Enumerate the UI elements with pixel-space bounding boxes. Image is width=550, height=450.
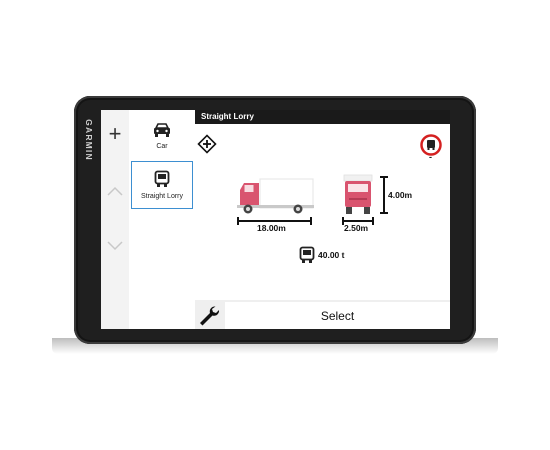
select-button[interactable]: Select <box>225 302 450 329</box>
weight-value: 40.00 t <box>318 250 345 260</box>
restriction-value: - <box>429 152 432 162</box>
weight-indicator: 40.00 t <box>299 246 344 264</box>
left-sidebar: + <box>101 110 130 329</box>
car-icon <box>154 123 170 137</box>
lorry-front-view-icon <box>343 174 373 214</box>
bottom-action-bar: Select <box>195 300 450 329</box>
add-vehicle-button[interactable]: + <box>105 123 125 145</box>
vehicle-item-car[interactable]: Car <box>131 112 193 160</box>
length-value: 18.00m <box>257 223 286 233</box>
vehicle-profile-list: Car Straight Lorry <box>129 110 196 329</box>
width-dimension-line <box>342 217 374 225</box>
width-value: 2.50m <box>344 223 369 233</box>
chevron-down-icon[interactable] <box>106 240 124 252</box>
vehicle-profile-panel: Straight Lorry - 18.00m 2.50m 4.00m 40.0… <box>195 110 450 329</box>
vehicle-label-car: Car <box>156 143 168 150</box>
profile-title: Straight Lorry <box>195 110 450 124</box>
chevron-up-icon[interactable] <box>106 185 124 197</box>
vehicle-item-straight-lorry[interactable]: Straight Lorry <box>131 161 193 209</box>
vehicle-label-straight-lorry: Straight Lorry <box>140 193 184 200</box>
length-dimension-line <box>237 217 312 225</box>
wrench-icon[interactable] <box>197 304 221 326</box>
restriction-sign[interactable]: - <box>420 134 442 162</box>
lorry-icon <box>154 170 170 187</box>
height-value: 4.00m <box>388 190 413 200</box>
lorry-side-view-icon <box>237 178 314 214</box>
height-dimension-line <box>380 176 388 214</box>
add-waypoint-icon[interactable] <box>197 134 217 154</box>
brand-logo: GARMIN <box>84 119 95 161</box>
weight-lorry-icon <box>299 246 315 263</box>
device-screen: + Car Straight Lorry Straight Lorry - 18… <box>101 110 450 329</box>
